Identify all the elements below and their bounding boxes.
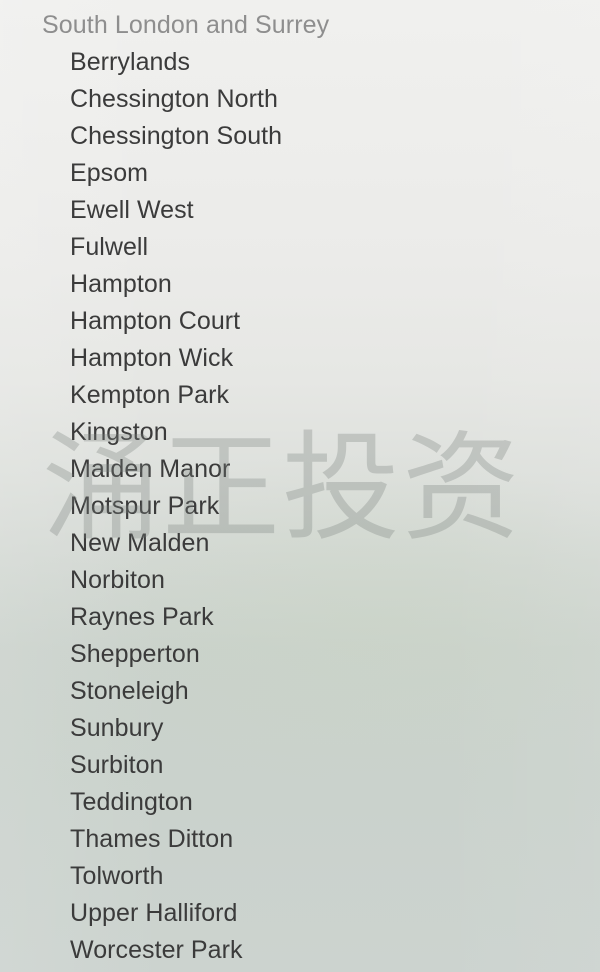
station-list-item[interactable]: Tolworth (0, 860, 600, 897)
station-list-item[interactable]: Chessington South (0, 120, 600, 157)
station-list-item[interactable]: Hampton (0, 268, 600, 305)
station-list-item[interactable]: Kingston (0, 416, 600, 453)
station-list-item[interactable]: Teddington (0, 786, 600, 823)
station-list-item[interactable]: Motspur Park (0, 490, 600, 527)
station-list-screen: 涌正投资 South London and Surrey Berrylands C… (0, 0, 600, 972)
station-list-item[interactable]: Sunbury (0, 712, 600, 749)
station-list-item[interactable]: Hampton Court (0, 305, 600, 342)
station-list-item[interactable]: Malden Manor (0, 453, 600, 490)
station-list-item[interactable]: New Malden (0, 527, 600, 564)
station-list: Berrylands Chessington North Chessington S… (0, 46, 600, 971)
station-list-item[interactable]: Berrylands (0, 46, 600, 83)
station-list-item[interactable]: Upper Halliford (0, 897, 600, 934)
station-list-item[interactable]: Ewell West (0, 194, 600, 231)
station-list-item[interactable]: Surbiton (0, 749, 600, 786)
station-list-item[interactable]: Norbiton (0, 564, 600, 601)
station-list-item[interactable]: Thames Ditton (0, 823, 600, 860)
station-list-item[interactable]: Shepperton (0, 638, 600, 675)
station-list-item[interactable]: Kempton Park (0, 379, 600, 416)
station-list-item[interactable]: Epsom (0, 157, 600, 194)
station-list-item[interactable]: Hampton Wick (0, 342, 600, 379)
station-list-item[interactable]: Fulwell (0, 231, 600, 268)
group-header-south-london-and-surrey: South London and Surrey (42, 11, 330, 39)
station-list-item[interactable]: Stoneleigh (0, 675, 600, 712)
station-list-item[interactable]: Worcester Park (0, 934, 600, 971)
station-list-item[interactable]: Raynes Park (0, 601, 600, 638)
station-list-item[interactable]: Chessington North (0, 83, 600, 120)
